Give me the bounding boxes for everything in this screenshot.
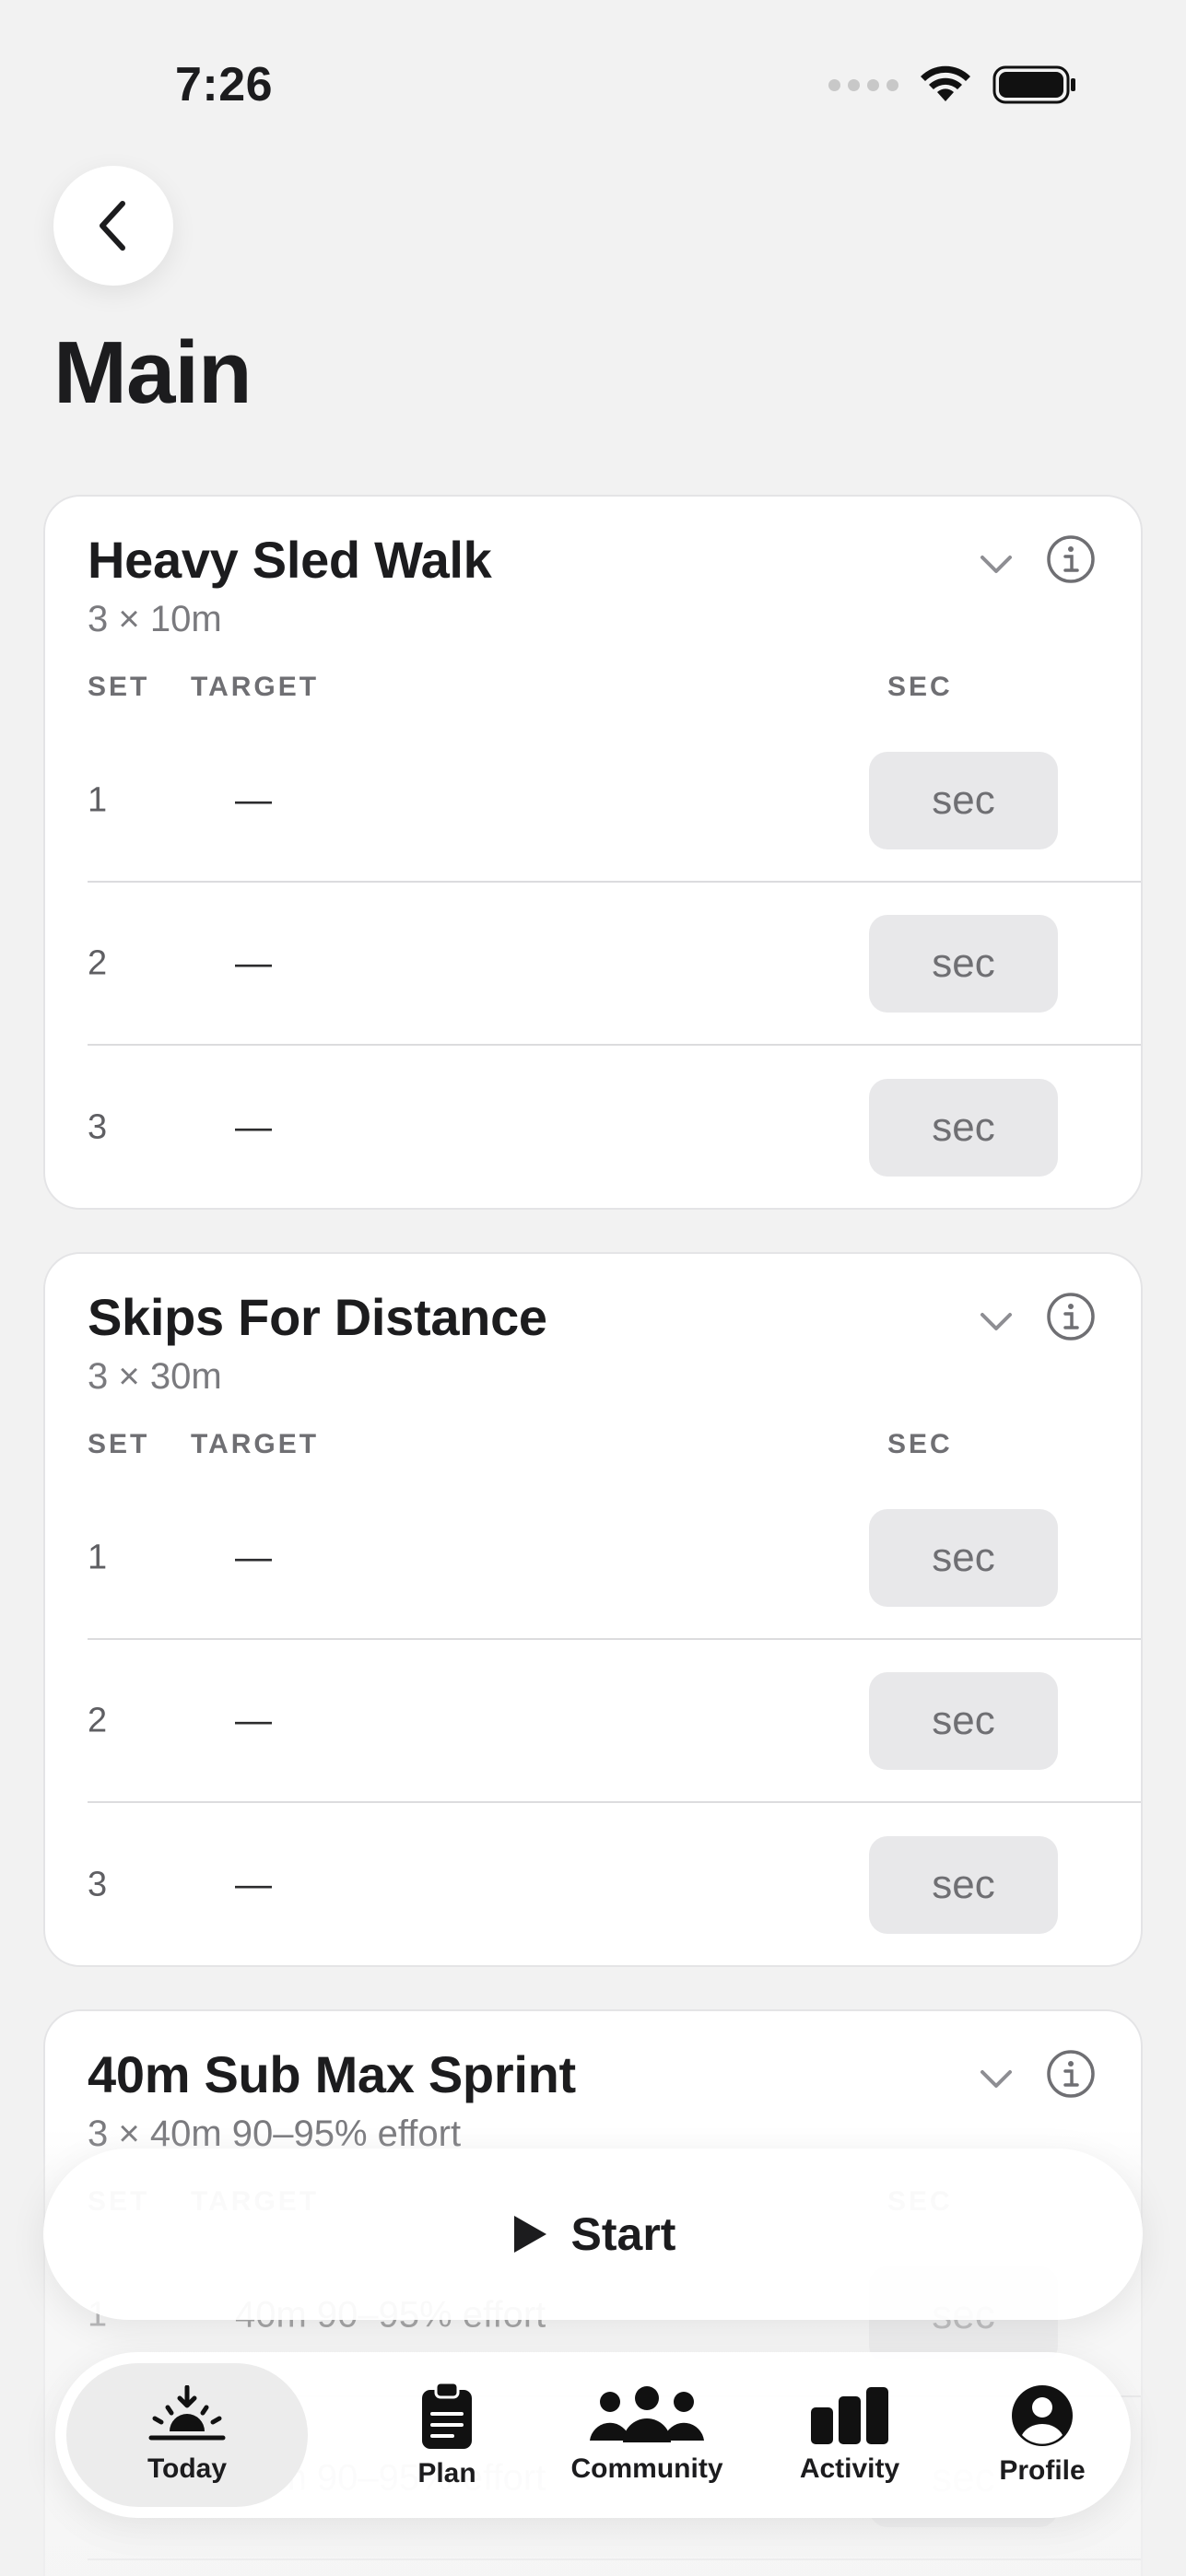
- status-icons: [828, 64, 1077, 105]
- tab-today[interactable]: Today: [66, 2352, 308, 2518]
- start-label: Start: [570, 2208, 676, 2260]
- info-icon[interactable]: [1045, 533, 1097, 585]
- column-header-sec: SEC: [887, 1429, 953, 1459]
- set-row: 2 — sec: [88, 883, 1141, 1046]
- seconds-input[interactable]: sec: [869, 1671, 1058, 1770]
- play-icon: [513, 2216, 546, 2253]
- exercise-header: Heavy Sled Walk 3 × 10m: [88, 530, 1141, 640]
- set-target: —: [235, 779, 272, 820]
- exercise-card: Heavy Sled Walk 3 × 10m SET TARGET SEC 1…: [43, 495, 1143, 1210]
- info-icon[interactable]: [1045, 1291, 1097, 1342]
- cellular-signal-icon: [828, 78, 898, 91]
- back-button[interactable]: [53, 166, 173, 286]
- set-row: 1 — sec: [88, 1477, 1141, 1640]
- exercise-header: Skips For Distance 3 × 30m: [88, 1287, 1141, 1398]
- set-target: —: [235, 1107, 272, 1147]
- set-number: 1: [88, 1538, 108, 1576]
- set-target: —: [235, 1700, 272, 1740]
- set-row: 1 — sec: [88, 720, 1141, 883]
- tab-community[interactable]: Community: [534, 2352, 759, 2518]
- page-title: Main: [53, 323, 252, 422]
- tab-profile[interactable]: Profile: [957, 2352, 1128, 2518]
- seconds-input[interactable]: sec: [869, 1078, 1058, 1177]
- wifi-icon: [921, 65, 970, 101]
- person-circle-icon: [1012, 2385, 1073, 2446]
- set-target: —: [235, 1864, 272, 1904]
- set-row: 3 — sec: [88, 1046, 1141, 1208]
- seconds-input[interactable]: sec: [869, 1835, 1058, 1934]
- set-number: 2: [88, 943, 108, 982]
- seconds-input[interactable]: sec: [869, 1508, 1058, 1607]
- people-icon: [590, 2386, 704, 2442]
- column-header-sec: SEC: [887, 672, 953, 702]
- set-number: 2: [88, 1701, 108, 1739]
- seconds-input[interactable]: sec: [869, 751, 1058, 849]
- battery-icon: [992, 65, 1075, 104]
- set-number: 3: [88, 1107, 108, 1146]
- chevron-down-icon[interactable]: [978, 552, 1015, 578]
- exercise-prescription: 3 × 10m: [88, 599, 222, 639]
- set-number: 1: [88, 780, 108, 819]
- column-header-target: TARGET: [191, 1429, 320, 1459]
- set-row: 3 — sec: [88, 1803, 1141, 1965]
- set-target: —: [235, 1537, 272, 1577]
- column-header-target: TARGET: [191, 672, 320, 702]
- start-button[interactable]: Start: [43, 2149, 1143, 2320]
- column-header-set: SET: [88, 1429, 150, 1459]
- column-header-set: SET: [88, 672, 150, 702]
- set-row: 2 — sec: [88, 1640, 1141, 1803]
- clipboard-icon: [422, 2381, 472, 2449]
- seconds-input[interactable]: sec: [869, 914, 1058, 1013]
- tab-plan[interactable]: Plan: [343, 2352, 551, 2518]
- info-icon[interactable]: [1045, 2048, 1097, 2100]
- bar-chart-icon: [811, 2387, 888, 2444]
- tab-label: Today: [147, 2453, 228, 2484]
- tab-label: Community: [570, 2453, 723, 2484]
- status-time: 7:26: [175, 58, 274, 111]
- exercise-prescription: 3 × 30m: [88, 1356, 222, 1397]
- exercise-card: Skips For Distance 3 × 30m SET TARGET SE…: [43, 1252, 1143, 1967]
- tab-label: Plan: [417, 2458, 476, 2488]
- sunrise-icon: [148, 2385, 226, 2441]
- set-number: 3: [88, 1865, 108, 1903]
- tab-bar: Today Plan Community Activity Profile: [55, 2352, 1131, 2518]
- tab-activity[interactable]: Activity: [757, 2352, 942, 2518]
- tab-label: Profile: [999, 2455, 1086, 2486]
- set-target: —: [235, 943, 272, 983]
- tab-label: Activity: [799, 2453, 900, 2484]
- workout-screen: 7:26 Main Heavy Sled Walk 3 × 10m SET TA…: [0, 0, 1186, 2576]
- chevron-left-icon: [100, 201, 125, 251]
- chevron-down-icon[interactable]: [978, 2067, 1015, 2092]
- chevron-down-icon[interactable]: [978, 1309, 1015, 1335]
